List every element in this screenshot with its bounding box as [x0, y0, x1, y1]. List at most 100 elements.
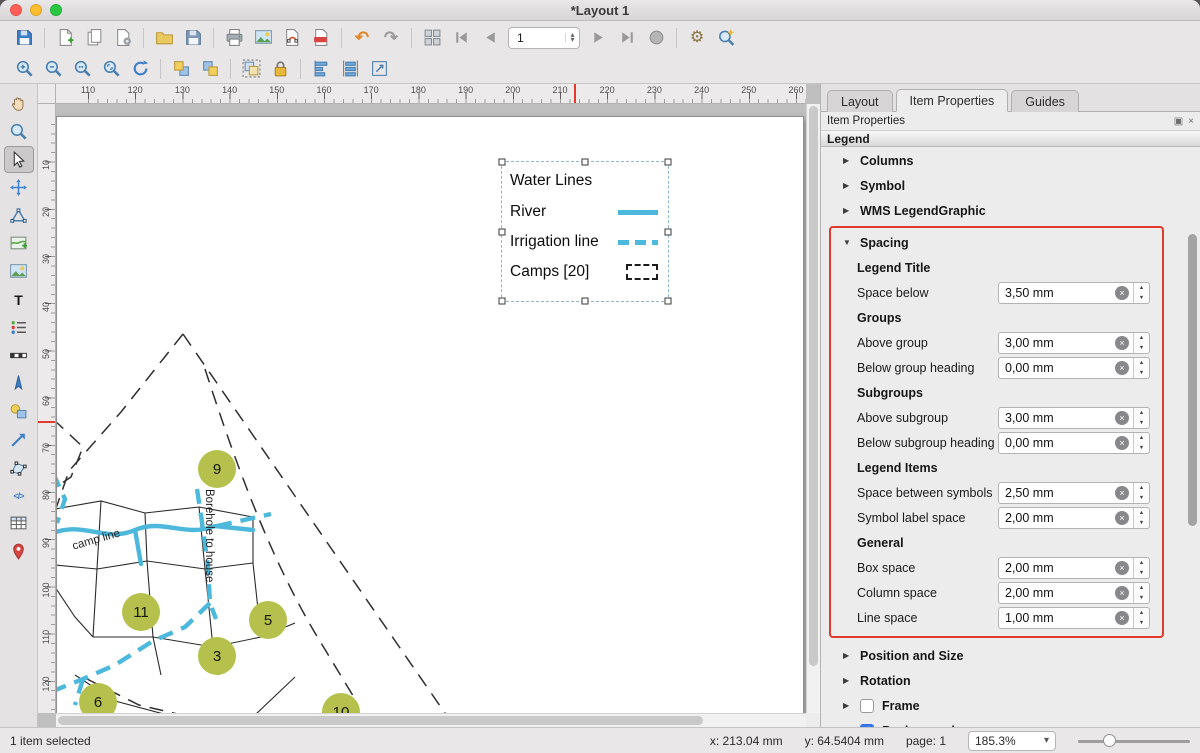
add-map-button[interactable]: [4, 230, 34, 257]
stepper-up-icon[interactable]: ▲: [1134, 558, 1149, 568]
selection-handle[interactable]: [665, 159, 672, 166]
stepper-up-icon[interactable]: ▲: [1134, 408, 1149, 418]
minimize-window-button[interactable]: [30, 4, 42, 16]
clear-icon[interactable]: ×: [1115, 486, 1129, 500]
selection-handle[interactable]: [499, 228, 506, 235]
align-items-button[interactable]: [307, 56, 335, 82]
panel-section-background[interactable]: ▶✓Background: [821, 718, 1186, 727]
atlas-previous-feature-button[interactable]: [476, 25, 504, 51]
add-attribute-table-button[interactable]: [4, 510, 34, 537]
stepper[interactable]: ▲▼: [1133, 333, 1149, 353]
slider-track[interactable]: [1078, 740, 1190, 743]
space-between-symbols-input[interactable]: 2,50 mm×▲▼: [998, 482, 1150, 504]
atlas-next-feature-button[interactable]: [584, 25, 612, 51]
stepper-up-icon[interactable]: ▲: [1134, 283, 1149, 293]
atlas-first-feature-button[interactable]: [447, 25, 475, 51]
resize-items-button[interactable]: [365, 56, 393, 82]
canvas-horizontal-scrollbar[interactable]: [56, 713, 806, 727]
lower-items-button[interactable]: [196, 56, 224, 82]
clear-icon[interactable]: ×: [1115, 611, 1129, 625]
tab-guides[interactable]: Guides: [1011, 90, 1079, 112]
atlas-last-feature-button[interactable]: [613, 25, 641, 51]
float-panel-icon[interactable]: ▣: [1174, 116, 1183, 127]
stepper[interactable]: ▲▼: [1133, 358, 1149, 378]
layout-manager-button[interactable]: [109, 25, 137, 51]
stepper-up-icon[interactable]: ▲: [1134, 433, 1149, 443]
box-space-input[interactable]: 2,00 mm×▲▼: [998, 557, 1150, 579]
panel-section-rotation[interactable]: ▶Rotation: [821, 668, 1186, 693]
export-image-button[interactable]: [249, 25, 277, 51]
refresh-preview-button[interactable]: [712, 25, 740, 51]
scrollbar-thumb[interactable]: [809, 106, 818, 666]
line-space-input[interactable]: 1,00 mm×▲▼: [998, 607, 1150, 629]
zoom-level-select[interactable]: 185.3% ▾: [968, 731, 1056, 751]
stepper-up-icon[interactable]: ▲: [1134, 333, 1149, 343]
space-below-input[interactable]: 3,50 mm×▲▼: [998, 282, 1150, 304]
close-panel-icon[interactable]: ×: [1188, 116, 1194, 127]
stepper-down-icon[interactable]: ▼: [1134, 518, 1149, 528]
panel-section-frame[interactable]: ▶Frame: [821, 693, 1186, 718]
symbol-label-space-input[interactable]: 2,00 mm×▲▼: [998, 507, 1150, 529]
panel-section-symbol[interactable]: ▶Symbol: [821, 173, 1186, 198]
below-subgroup-heading-input[interactable]: 0,00 mm×▲▼: [998, 432, 1150, 454]
stepper-down-icon[interactable]: ▼: [1134, 368, 1149, 378]
undo-button[interactable]: ↶: [348, 25, 376, 51]
selection-handle[interactable]: [499, 298, 506, 305]
slider-knob[interactable]: [1103, 734, 1116, 747]
atlas-export-button[interactable]: [642, 25, 670, 51]
stepper-down-icon[interactable]: ▼: [1134, 568, 1149, 578]
above-group-input[interactable]: 3,00 mm×▲▼: [998, 332, 1150, 354]
stepper[interactable]: ▲▼: [1133, 483, 1149, 503]
stepper-up-icon[interactable]: ▲: [1134, 583, 1149, 593]
layout-page[interactable]: 91153610 camp lineBorehole to house Wate…: [56, 116, 804, 713]
save-project-button[interactable]: [10, 25, 38, 51]
panel-scrollbar[interactable]: [1187, 148, 1199, 727]
stepper[interactable]: ▲▼: [1133, 558, 1149, 578]
add-shape-button[interactable]: [4, 398, 34, 425]
stepper-up-icon[interactable]: ▲: [1134, 608, 1149, 618]
above-subgroup-input[interactable]: 3,00 mm×▲▼: [998, 407, 1150, 429]
column-space-input[interactable]: 2,00 mm×▲▼: [998, 582, 1150, 604]
group-items-button[interactable]: [237, 56, 265, 82]
selection-handle[interactable]: [582, 159, 589, 166]
below-group-heading-input[interactable]: 0,00 mm×▲▼: [998, 357, 1150, 379]
stepper-down-icon[interactable]: ▼: [1134, 293, 1149, 303]
zoom-in-button[interactable]: [10, 56, 38, 82]
add-arrow-button[interactable]: [4, 426, 34, 453]
stepper-down-icon[interactable]: ▼: [1134, 343, 1149, 353]
stepper[interactable]: ▲▼: [1133, 408, 1149, 428]
raise-items-button[interactable]: [167, 56, 195, 82]
stepper[interactable]: ▲▼: [1133, 608, 1149, 628]
clear-icon[interactable]: ×: [1115, 361, 1129, 375]
stepper[interactable]: ▲▼: [1133, 508, 1149, 528]
lock-items-button[interactable]: [266, 56, 294, 82]
atlas-preview-button[interactable]: [418, 25, 446, 51]
scrollbar-thumb[interactable]: [58, 716, 703, 725]
layout-canvas[interactable]: 1101201301401501601701801902002102202302…: [38, 84, 820, 727]
refresh-view-button[interactable]: [126, 56, 154, 82]
atlas-settings-button[interactable]: ⚙: [683, 25, 711, 51]
add-label-button[interactable]: T: [4, 286, 34, 313]
clear-icon[interactable]: ×: [1115, 561, 1129, 575]
edit-nodes-tool-button[interactable]: [4, 202, 34, 229]
zoom-window-button[interactable]: [50, 4, 62, 16]
clear-icon[interactable]: ×: [1115, 411, 1129, 425]
stepper[interactable]: ▲▼: [1133, 283, 1149, 303]
zoom-actual-size-button[interactable]: [68, 56, 96, 82]
clear-icon[interactable]: ×: [1115, 336, 1129, 350]
export-svg-button[interactable]: [278, 25, 306, 51]
redo-button[interactable]: ↷: [377, 25, 405, 51]
add-marker-button[interactable]: [4, 538, 34, 565]
duplicate-layout-button[interactable]: [80, 25, 108, 51]
selection-handle[interactable]: [499, 159, 506, 166]
add-html-button[interactable]: </>: [4, 482, 34, 509]
export-pdf-button[interactable]: [307, 25, 335, 51]
new-layout-button[interactable]: [51, 25, 79, 51]
stepper-up-icon[interactable]: ▲: [1134, 483, 1149, 493]
stepper-down-icon[interactable]: ▼: [1134, 418, 1149, 428]
section-checkbox[interactable]: [860, 699, 874, 713]
close-window-button[interactable]: [10, 4, 22, 16]
add-items-from-template-button[interactable]: [150, 25, 178, 51]
add-picture-button[interactable]: [4, 258, 34, 285]
stepper-up-icon[interactable]: ▲: [1134, 508, 1149, 518]
